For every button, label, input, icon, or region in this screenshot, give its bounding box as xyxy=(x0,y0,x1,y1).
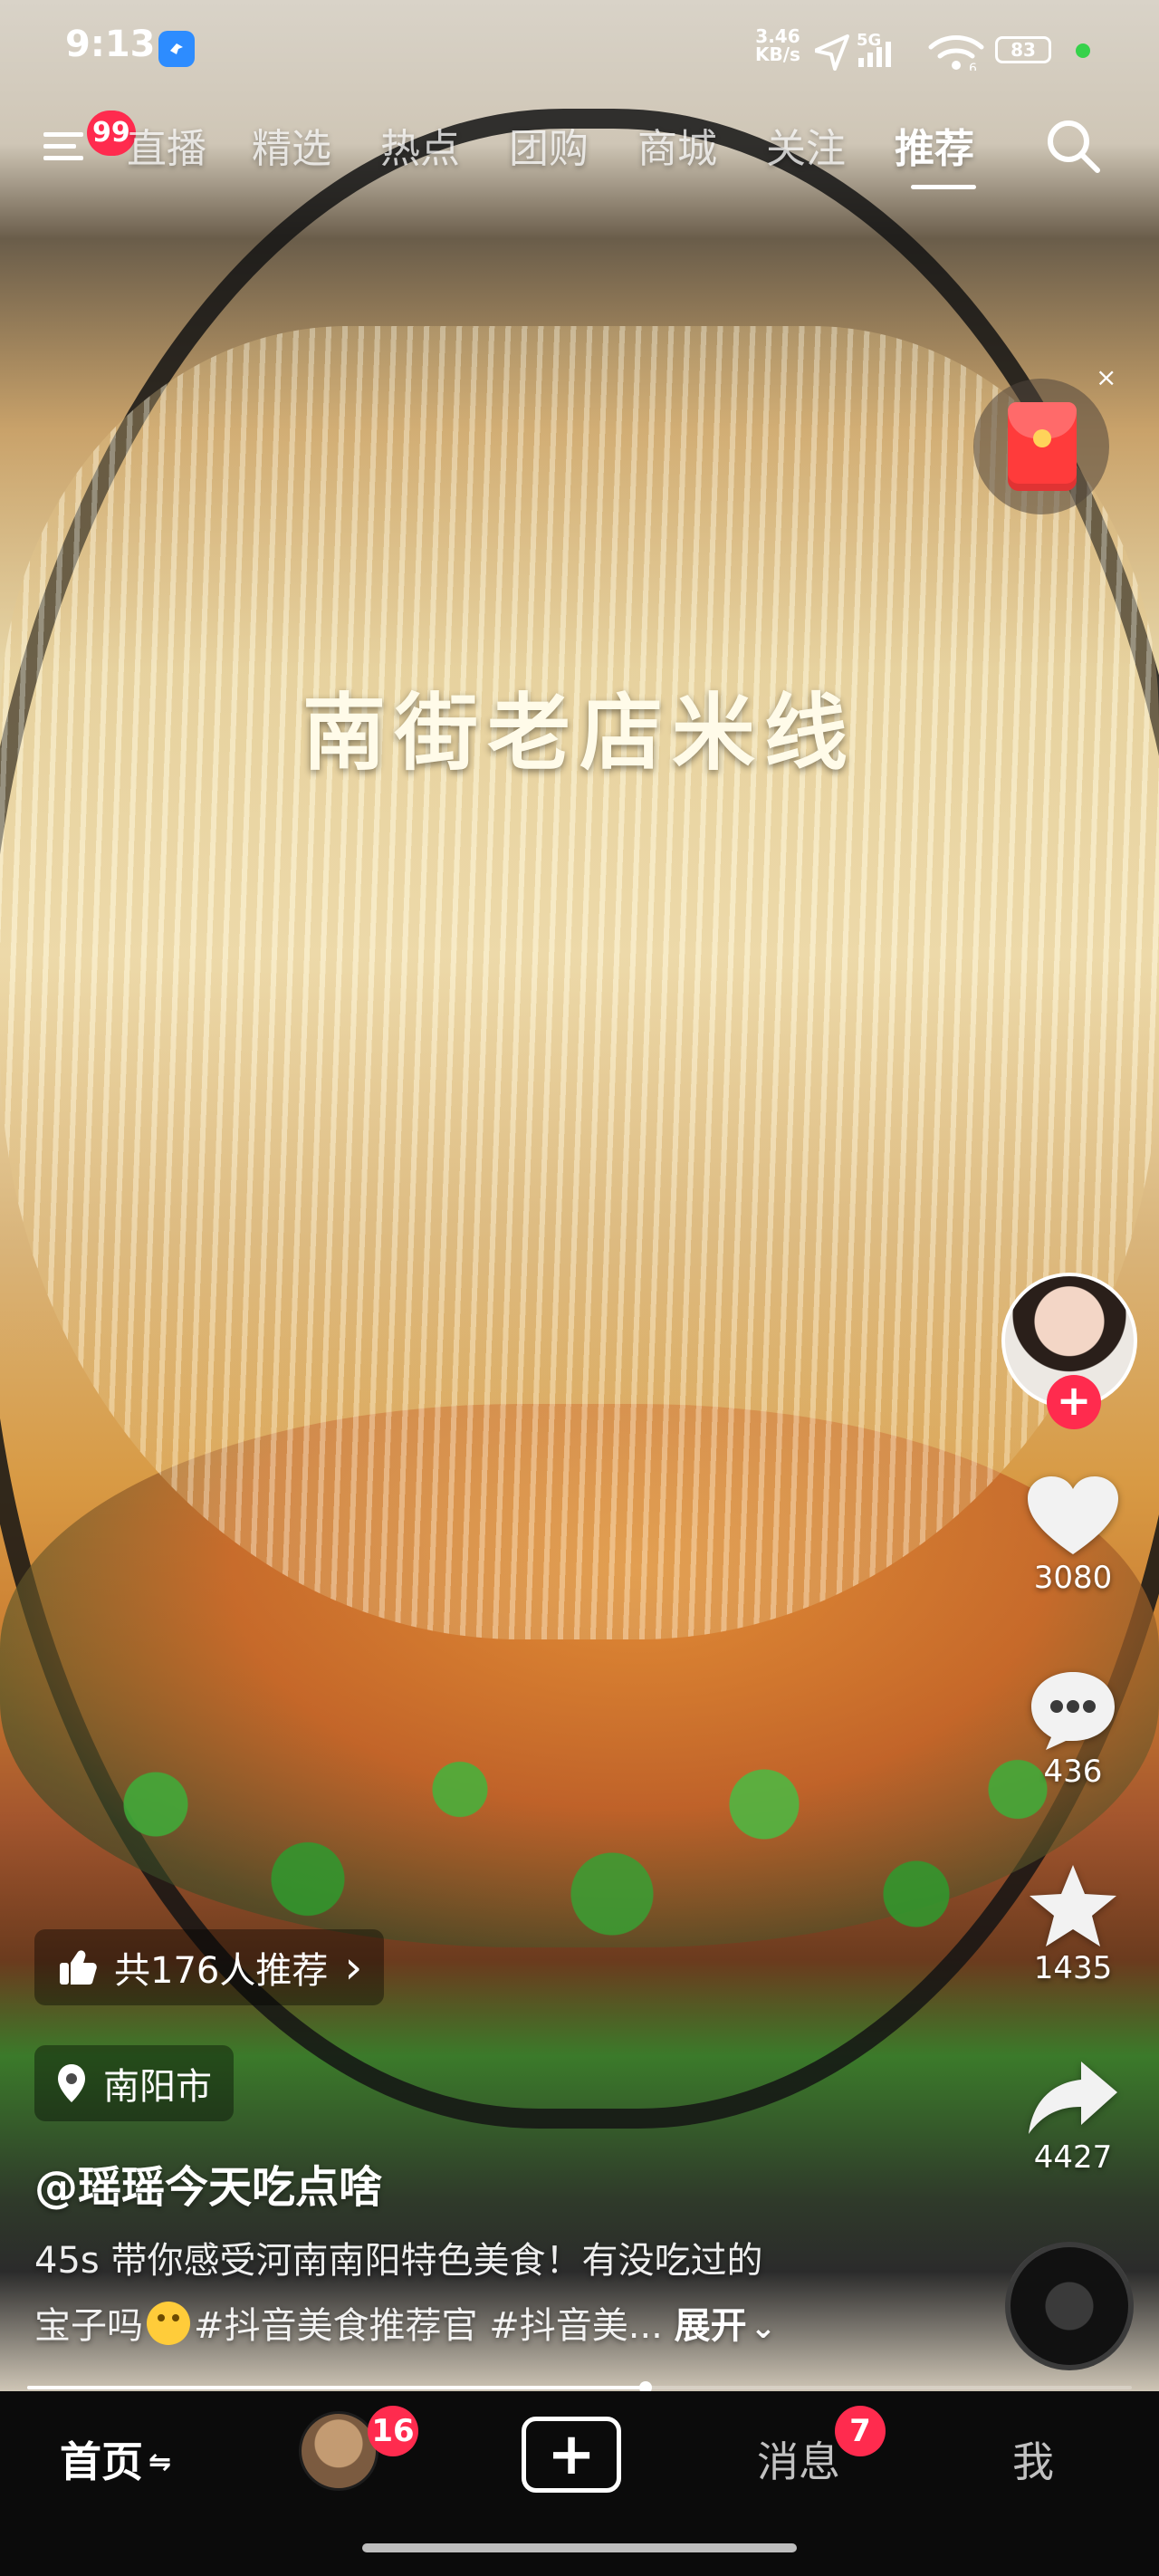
signal-5g-label: 5G xyxy=(857,31,881,50)
plus-icon: + xyxy=(547,2421,596,2488)
status-bar: 9:13 3.46 KB/s 5G 6 83 xyxy=(0,0,1159,100)
location-arrow-icon xyxy=(815,34,849,71)
chevron-down-icon: ⌄ xyxy=(750,2310,777,2346)
like-action[interactable]: 3080 xyxy=(1005,1475,1141,1596)
privacy-dot xyxy=(1076,43,1090,58)
video-frame[interactable]: 南街老店米线 xyxy=(0,0,1159,2391)
share-count: 4427 xyxy=(1033,2139,1113,2176)
thinking-emoji-icon xyxy=(147,2302,190,2345)
heart-icon xyxy=(1028,1476,1118,1554)
messages-badge: 7 xyxy=(835,2406,886,2456)
description-line-2: 宝子吗 #抖音美食推荐官 #抖音美... 展开 ⌄ xyxy=(34,2293,976,2360)
favorite-count: 1435 xyxy=(1033,1950,1113,1986)
red-envelope-close-icon[interactable]: × xyxy=(1096,362,1116,392)
tab-following[interactable]: 关注 xyxy=(766,116,846,174)
svg-text:6: 6 xyxy=(969,62,977,71)
battery-indicator: 83 xyxy=(995,36,1051,63)
tab-hot[interactable]: 热点 xyxy=(380,116,460,174)
video-overlay-title: 南街老店米线 xyxy=(302,684,857,782)
share-action[interactable]: 4427 xyxy=(1005,2054,1141,2176)
tab-recommended[interactable]: 推荐 xyxy=(895,116,974,174)
status-time: 9:13 xyxy=(65,24,156,65)
network-speed-unit: KB/s xyxy=(755,43,800,65)
network-speed-value: 3.46 xyxy=(755,25,800,47)
share-icon xyxy=(1029,2062,1117,2134)
nav-me[interactable]: 我 xyxy=(1012,2429,1054,2489)
favorite-action[interactable]: 1435 xyxy=(1005,1861,1141,1986)
author-handle[interactable]: @瑶瑶今天吃点啥 xyxy=(34,2151,382,2215)
wifi-icon: 6 xyxy=(928,35,984,71)
comment-icon xyxy=(1031,1672,1115,1750)
music-disc[interactable] xyxy=(1005,2242,1134,2370)
like-count: 3080 xyxy=(1033,1560,1113,1596)
expand-label: 展开 xyxy=(674,2305,747,2347)
nav-friends-avatar[interactable] xyxy=(299,2411,378,2491)
video-progress-fill xyxy=(27,2386,647,2389)
red-envelope-coin xyxy=(1033,429,1051,447)
recommend-chip[interactable]: 共176人推荐 › xyxy=(34,1929,385,2005)
location-chip[interactable]: 南阳市 xyxy=(34,2045,234,2121)
nav-home-label: 首页 xyxy=(60,2437,143,2486)
follow-button[interactable]: + xyxy=(1047,1375,1101,1429)
noodles-area xyxy=(0,326,1159,1639)
comment-count: 436 xyxy=(1043,1754,1103,1790)
tab-featured[interactable]: 精选 xyxy=(252,116,331,174)
friends-badge: 16 xyxy=(368,2406,418,2456)
tab-live[interactable]: 直播 xyxy=(127,116,206,174)
description-line-2-prefix: 宝子吗 xyxy=(34,2305,143,2347)
video-description: 45s 带你感受河南南阳特色美食！有没吃过的 宝子吗 #抖音美食推荐官 #抖音美.… xyxy=(34,2228,976,2360)
video-progress-bar[interactable] xyxy=(27,2381,1132,2394)
menu-icon[interactable] xyxy=(40,121,91,172)
location-chip-label: 南阳市 xyxy=(103,2066,212,2108)
refresh-icon: ⇋ xyxy=(148,2446,172,2478)
tab-mall[interactable]: 商城 xyxy=(637,116,717,174)
tab-group-buy[interactable]: 团购 xyxy=(509,116,589,174)
expand-button[interactable]: 展开 ⌄ xyxy=(675,2305,777,2347)
recommend-chip-label: 共176人推荐 xyxy=(114,1950,329,1992)
chevron-right-icon: › xyxy=(344,1941,363,1994)
description-line-1: 45s 带你感受河南南阳特色美食！有没吃过的 xyxy=(34,2240,763,2282)
nav-messages[interactable]: 消息 xyxy=(757,2429,840,2489)
cell-signal-icon: 5G xyxy=(857,31,891,67)
network-speed: 3.46 KB/s xyxy=(755,27,800,63)
red-envelope-icon xyxy=(1008,402,1077,491)
star-icon xyxy=(1030,1865,1116,1946)
red-envelope-button[interactable] xyxy=(973,379,1109,514)
app-notification-icon xyxy=(158,31,195,67)
thumbs-up-icon xyxy=(60,1950,97,1985)
comment-action[interactable]: 436 xyxy=(1005,1667,1141,1790)
location-pin-icon xyxy=(58,2064,85,2102)
search-icon[interactable] xyxy=(1039,112,1108,181)
description-hashtags[interactable]: #抖音美食推荐官 #抖音美... xyxy=(194,2305,663,2347)
nav-home[interactable]: 首页 ⇋ xyxy=(60,2429,171,2489)
active-tab-underline xyxy=(911,185,976,189)
create-button[interactable]: + xyxy=(522,2417,621,2493)
system-home-indicator[interactable] xyxy=(362,2543,797,2552)
top-navigation: 99 直播 精选 热点 团购 商城 关注 推荐 xyxy=(0,100,1159,190)
